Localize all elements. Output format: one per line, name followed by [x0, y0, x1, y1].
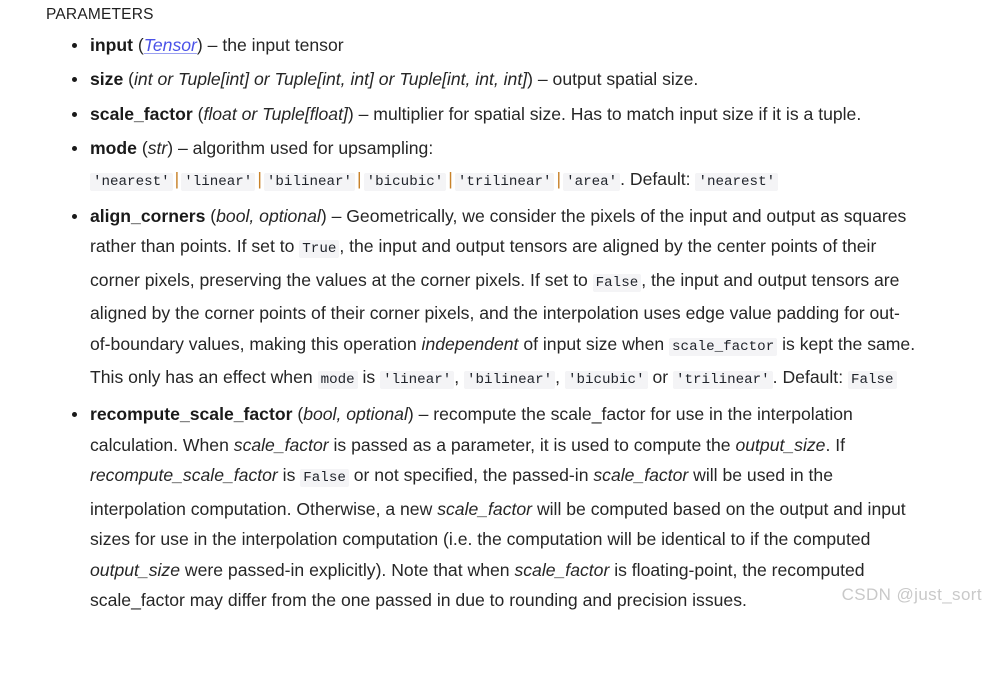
mode-value-nearest: 'nearest' [90, 172, 173, 191]
mode-separator: | [357, 168, 362, 189]
tensor-type-link[interactable]: Tensor [144, 35, 197, 55]
param-name-align-corners: align_corners [90, 206, 206, 227]
paren-close: ) [167, 138, 174, 159]
param-name-size: size [90, 69, 124, 90]
paren-close: ) [407, 404, 414, 425]
recompute-em-6: output_size [90, 559, 180, 580]
mode-value-trilinear: 'trilinear' [454, 172, 555, 191]
comma-2: , [555, 367, 561, 388]
align-corners-mode-bilinear: 'bilinear' [464, 371, 556, 390]
align-corners-mode-trilinear: 'trilinear' [673, 371, 773, 390]
paren-close: ) [347, 103, 354, 124]
recompute-em-2: output_size [735, 434, 826, 455]
align-corners-join-or: or [652, 367, 669, 388]
align-corners-mode-bicubic: 'bicubic' [564, 371, 648, 390]
mode-value-bicubic: 'bicubic' [363, 172, 447, 191]
align-corners-mode-linear: 'linear' [380, 371, 455, 390]
param-name-input: input [90, 35, 133, 55]
align-corners-code-false: False [592, 273, 642, 292]
param-type-recompute-scale-factor: bool, optional [303, 404, 408, 425]
paren-close: ) [196, 35, 203, 55]
param-name-recompute-scale-factor: recompute_scale_factor [90, 404, 293, 425]
mode-separator: | [448, 168, 453, 189]
align-corners-default-value: False [847, 371, 897, 390]
recompute-text-2: is passed as a parameter, it is used to … [333, 434, 731, 455]
param-name-scale-factor: scale_factor [90, 103, 193, 124]
recompute-em-7: scale_factor [514, 559, 610, 580]
recompute-code-false: False [300, 469, 349, 488]
parameters-list: input (Tensor) – the input tensor size (… [0, 30, 996, 615]
recompute-text-8: were passed-in explicitly). Note that wh… [184, 559, 510, 580]
mode-value-area: 'area' [563, 172, 621, 191]
param-desc-input: – the input tensor [207, 35, 344, 55]
param-type-size: int or Tuple[int] or Tuple[int, int] or … [134, 69, 528, 90]
mode-separator: | [257, 168, 262, 189]
recompute-text-3: . If [825, 434, 846, 455]
align-corners-code-scale-factor: scale_factor [669, 337, 778, 356]
paren-close: ) [320, 206, 327, 227]
param-item-size: size (int or Tuple[int] or Tuple[int, in… [72, 64, 996, 94]
param-item-input: input (Tensor) – the input tensor [72, 30, 996, 60]
param-desc-size: – output spatial size. [537, 69, 699, 90]
align-corners-default-label: . Default: [772, 367, 844, 388]
mode-value-linear: 'linear' [181, 172, 256, 191]
recompute-em-1: scale_factor [233, 434, 329, 455]
align-corners-text-4: of input size when [523, 333, 665, 354]
param-type-mode: str [147, 138, 168, 159]
param-name-mode: mode [90, 138, 137, 159]
param-item-scale-factor: scale_factor (float or Tuple[float]) – m… [72, 99, 996, 129]
align-corners-code-mode: mode [317, 371, 358, 390]
recompute-em-3: recompute_scale_factor [90, 465, 278, 486]
align-corners-text-6: is [362, 367, 376, 388]
paren-close: ) [527, 69, 533, 90]
recompute-em-4: scale_factor [593, 465, 689, 486]
param-desc-mode-lead: – algorithm used for upsampling: [177, 138, 434, 159]
align-corners-code-true: True [299, 240, 340, 259]
param-type-align-corners: bool, optional [216, 206, 321, 227]
param-desc-scale-factor: – multiplier for spatial size. Has to ma… [358, 103, 862, 124]
param-item-align-corners: align_corners (bool, optional) – Geometr… [72, 201, 996, 395]
recompute-em-5: scale_factor [437, 498, 533, 519]
mode-separator: | [174, 168, 180, 189]
csdn-watermark: CSDN @just_sort [841, 585, 982, 605]
documentation-page: PARAMETERS input (Tensor) – the input te… [0, 0, 996, 615]
mode-value-bilinear: 'bilinear' [263, 172, 356, 191]
align-corners-em-independent: independent [421, 333, 519, 354]
param-item-mode: mode (str) – algorithm used for upsampli… [72, 133, 996, 197]
mode-default-value: 'nearest' [695, 172, 779, 191]
recompute-text-4: is [282, 465, 296, 486]
mode-default-label: . Default: [620, 168, 691, 189]
parameters-heading: PARAMETERS [46, 6, 154, 23]
param-item-recompute-scale-factor: recompute_scale_factor (bool, optional) … [72, 399, 996, 615]
comma-1: , [454, 367, 460, 388]
param-type-scale-factor: float or Tuple[float] [203, 103, 348, 124]
recompute-text-5: or not specified, the passed-in [353, 465, 589, 486]
mode-separator: | [556, 168, 562, 189]
